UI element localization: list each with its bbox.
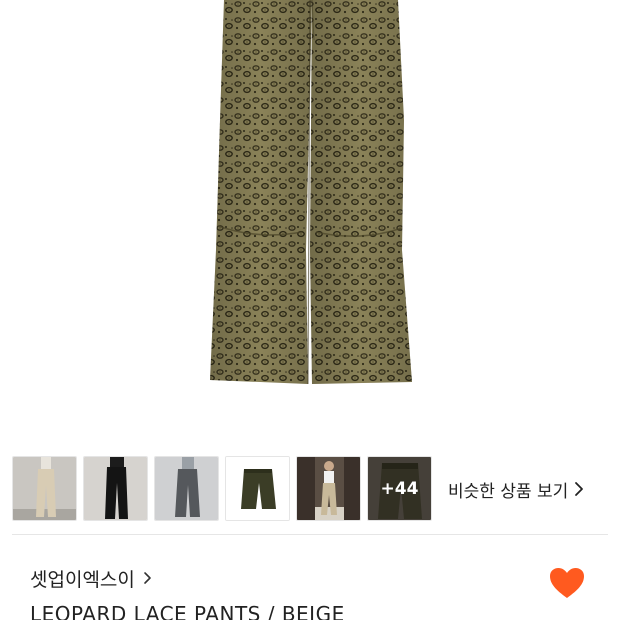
- thumb-gray-pants[interactable]: [154, 456, 219, 521]
- thumb-black-pants-image: [84, 457, 147, 520]
- thumb-gray-pants-image: [155, 457, 218, 520]
- thumb-model-cargo[interactable]: [296, 456, 361, 521]
- chevron-right-icon: [144, 572, 151, 584]
- similar-items-label: 비슷한 상품 보기: [448, 481, 569, 502]
- wishlist-button[interactable]: [548, 566, 586, 600]
- thumb-beige-pants-image: [13, 457, 76, 520]
- thumb-more[interactable]: +44: [367, 456, 432, 521]
- section-divider: [12, 534, 608, 535]
- heart-icon: [550, 568, 584, 598]
- chevron-right-icon: [575, 482, 584, 496]
- product-hero-image[interactable]: [0, 0, 620, 440]
- similar-items-link[interactable]: 비슷한 상품 보기: [448, 476, 584, 502]
- brand-name: 셋업이엑스이: [30, 568, 135, 591]
- brand-link[interactable]: 셋업이엑스이: [30, 564, 152, 592]
- thumb-model-cargo-image: [297, 457, 360, 520]
- more-count-label: +44: [368, 457, 431, 520]
- thumbnail-strip: +44: [12, 456, 432, 522]
- thumb-olive-pants[interactable]: [225, 456, 290, 521]
- thumb-olive-pants-image: [226, 457, 289, 520]
- thumb-beige-pants[interactable]: [12, 456, 77, 521]
- thumb-black-pants[interactable]: [83, 456, 148, 521]
- product-title: LEOPARD LACE PANTS / BEIGE: [30, 602, 345, 620]
- leopard-pants-illustration: [210, 0, 412, 385]
